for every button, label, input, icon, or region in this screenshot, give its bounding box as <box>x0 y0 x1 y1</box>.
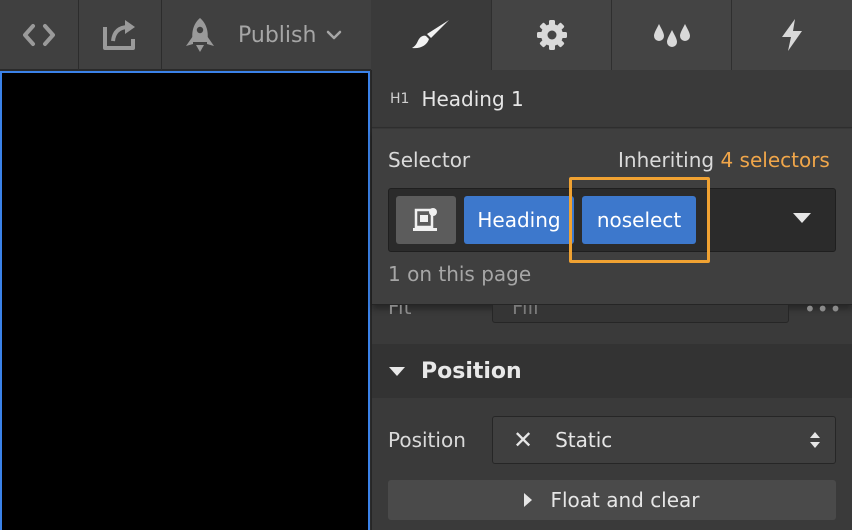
caret-down-icon <box>389 366 405 376</box>
state-icon <box>413 208 437 231</box>
publish-label: Publish <box>238 22 317 48</box>
float-and-clear-button[interactable]: Float and clear <box>388 480 836 520</box>
chevron-down-icon <box>327 30 342 40</box>
element-name: Heading 1 <box>421 86 524 111</box>
selector-token-noselect[interactable]: noselect <box>582 196 696 244</box>
paintbrush-icon <box>412 20 449 49</box>
publish-button[interactable]: Publish <box>162 0 370 70</box>
selector-label: Selector <box>388 148 471 172</box>
select-arrows-icon <box>810 432 820 448</box>
rocket-icon <box>186 18 214 52</box>
position-section-title: Position <box>421 358 522 384</box>
position-value: Static <box>555 428 613 452</box>
selector-token-heading[interactable]: Heading <box>464 196 574 244</box>
tab-style[interactable] <box>371 0 491 70</box>
inheriting-count[interactable]: 4 selectors <box>720 148 829 172</box>
x-icon: ✕ <box>513 426 534 454</box>
float-and-clear-label: Float and clear <box>550 488 700 512</box>
code-icon <box>23 24 55 46</box>
selector-dropdown-icon[interactable] <box>793 213 811 223</box>
inheriting-info[interactable]: Inheriting 4 selectors <box>618 148 830 172</box>
position-field-label: Position <box>388 428 466 452</box>
position-select[interactable]: ✕ Static <box>492 416 836 464</box>
element-type-badge: H1 <box>390 90 410 107</box>
caret-right-icon <box>524 493 533 507</box>
on-page-count: 1 on this page <box>388 262 532 286</box>
export-icon <box>103 20 135 50</box>
fit-row: Fit Fill ••• <box>372 305 852 325</box>
fit-label: Fit <box>388 305 412 319</box>
more-icon[interactable]: ••• <box>804 305 842 321</box>
tab-interactions[interactable] <box>731 0 852 70</box>
export-button[interactable] <box>79 0 161 70</box>
selected-element-row: H1 Heading 1 <box>372 70 852 128</box>
gear-icon <box>536 20 567 50</box>
inheriting-prefix: Inheriting <box>618 148 715 172</box>
code-button[interactable] <box>0 0 78 70</box>
selector-state-button[interactable] <box>396 196 456 244</box>
lightning-icon <box>782 19 802 51</box>
fit-value: Fill <box>512 305 539 319</box>
tab-style-manager[interactable] <box>611 0 731 70</box>
tab-settings[interactable] <box>491 0 611 70</box>
position-section-header[interactable]: Position <box>372 344 852 398</box>
droplets-icon <box>653 24 690 47</box>
canvas-preview[interactable] <box>0 71 370 530</box>
